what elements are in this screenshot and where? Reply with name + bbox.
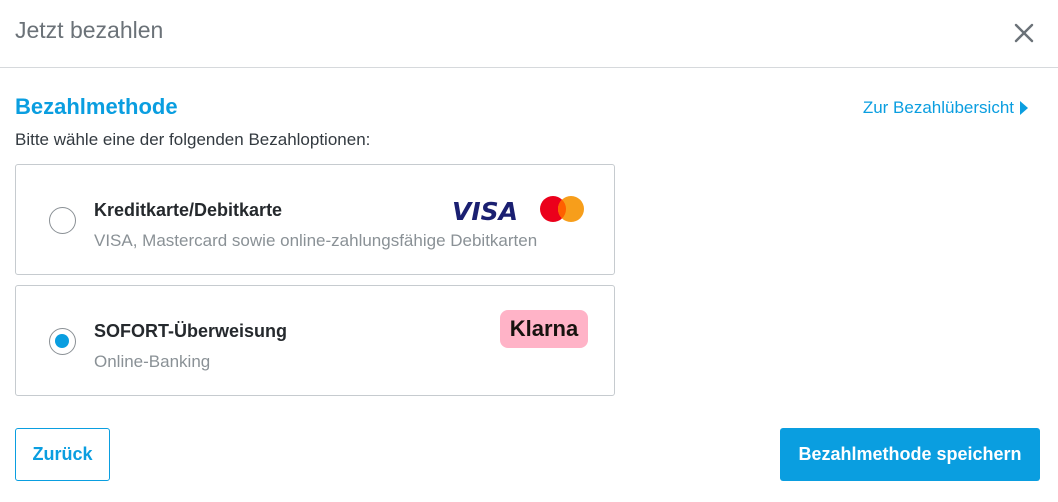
back-button[interactable]: Zurück (15, 428, 110, 481)
option-title: SOFORT-Überweisung (94, 321, 288, 341)
radio-credit-card[interactable] (49, 207, 76, 234)
close-icon[interactable] (1010, 19, 1038, 47)
caret-right-icon (1020, 101, 1028, 115)
klarna-logo: Klarna (500, 310, 588, 348)
mastercard-logo (540, 196, 584, 222)
instruction-text: Bitte wähle eine der folgenden Bezahlopt… (15, 130, 371, 149)
radio-sofort[interactable] (49, 328, 76, 355)
visa-logo: VISA (452, 197, 519, 226)
modal-header: Jetzt bezahlen (0, 0, 1058, 68)
payment-option-card[interactable]: Kreditkarte/Debitkarte VISA, Mastercard … (15, 164, 615, 275)
payment-overview-link[interactable]: Zur Bezahlübersicht (863, 98, 1028, 118)
payment-option-card[interactable]: SOFORT-Überweisung Online-Banking Klarna (15, 285, 615, 396)
overview-link-label: Zur Bezahlübersicht (862, 98, 1014, 117)
payment-modal: Jetzt bezahlen Bezahlmethode Zur Bezahlü… (0, 0, 1058, 502)
modal-title: Jetzt bezahlen (15, 17, 164, 43)
save-payment-method-button[interactable]: Bezahlmethode speichern (780, 428, 1040, 481)
option-subtitle: VISA, Mastercard sowie online-zahlungsfä… (94, 231, 538, 250)
option-title: Kreditkarte/Debitkarte (94, 200, 283, 220)
option-subtitle: Online-Banking (94, 352, 211, 371)
section-title: Bezahlmethode (15, 94, 178, 119)
